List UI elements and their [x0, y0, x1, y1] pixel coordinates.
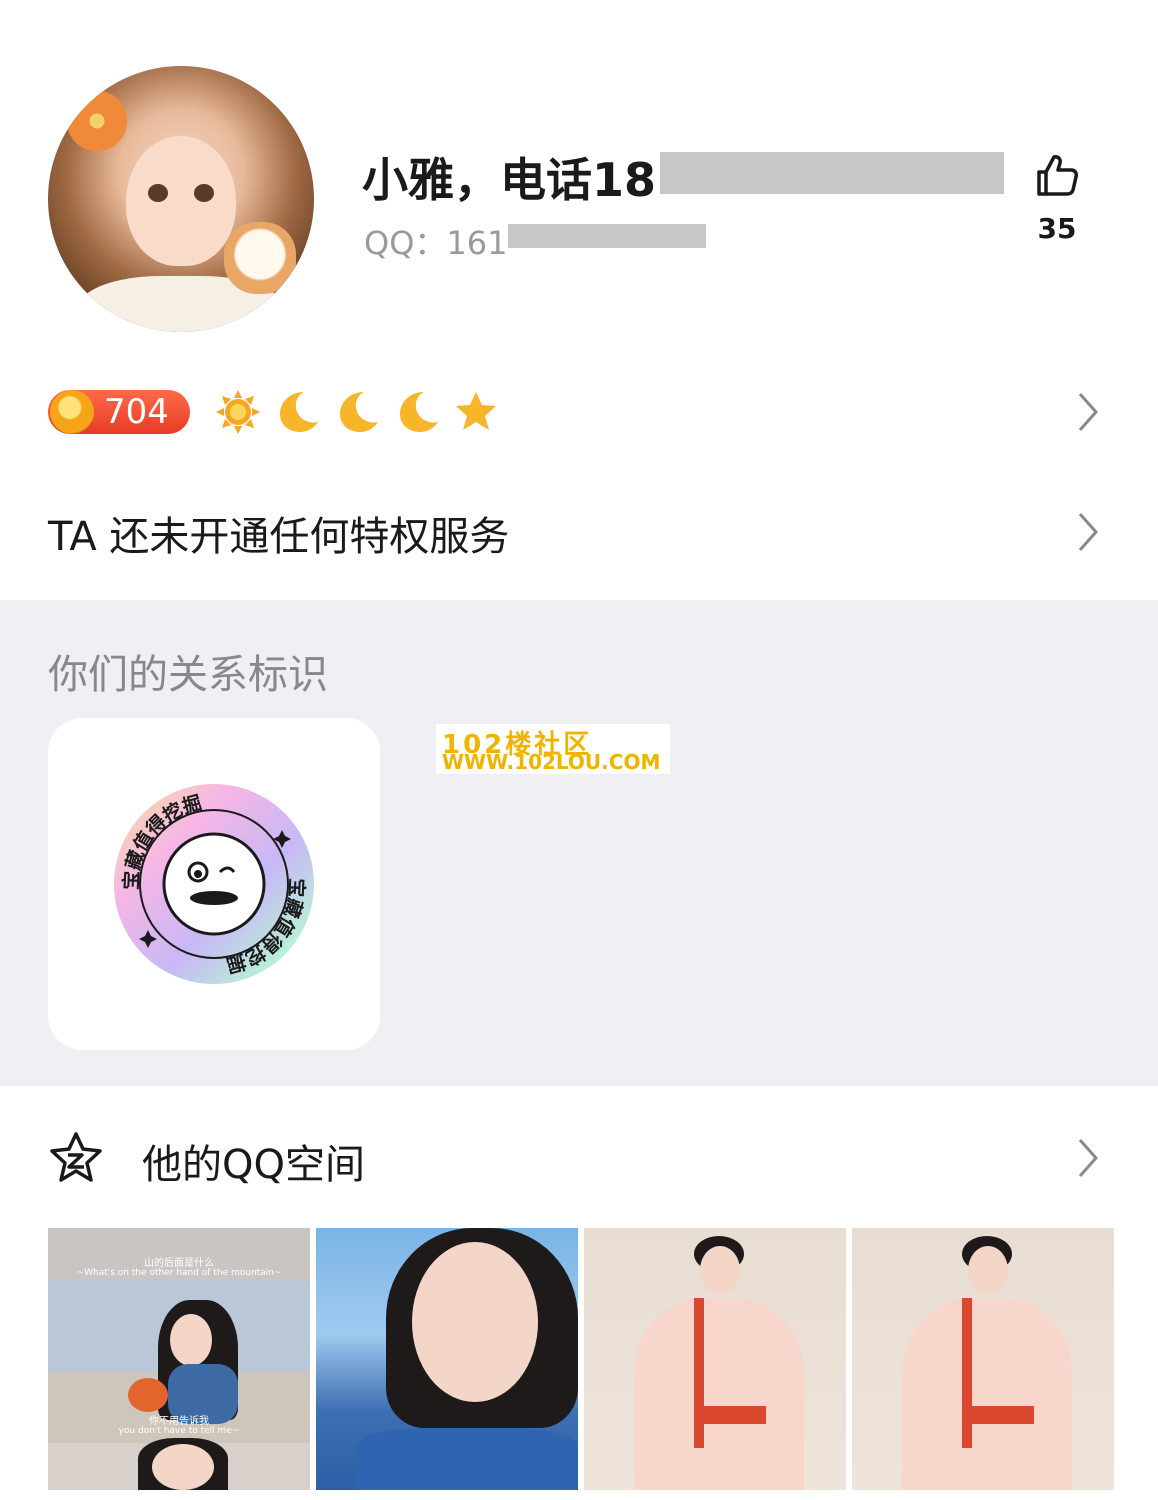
watermark: 102楼社区 WWW.102LOU.COM: [436, 724, 670, 774]
avatar[interactable]: [48, 66, 314, 332]
photo-sash: [964, 1406, 1034, 1424]
moon-icon: [280, 392, 318, 432]
photo-face: [152, 1444, 214, 1490]
qzone-photo[interactable]: [316, 1228, 578, 1490]
qzone-photo[interactable]: [584, 1228, 846, 1490]
photo-top: [356, 1428, 578, 1490]
relation-tag-card[interactable]: 宝藏值得挖掘 宝藏值得挖掘: [48, 718, 380, 1050]
avatar-eye-right: [194, 184, 214, 202]
photo-face: [700, 1246, 740, 1294]
redaction-mask: [660, 152, 1004, 194]
level-value: 704: [104, 392, 169, 432]
qzone-photo[interactable]: [852, 1228, 1114, 1490]
level-row[interactable]: 704: [0, 378, 1158, 450]
photo-robe: [634, 1298, 804, 1490]
profile-name: 小雅，电话18: [362, 153, 657, 207]
photo-caption: ~What's on the other hand of the mountai…: [76, 1268, 282, 1278]
photo-face: [412, 1242, 538, 1402]
relation-title: 你们的关系标识: [48, 652, 328, 698]
watermark-url: WWW.102LOU.COM: [442, 750, 661, 774]
qzone-star-icon: [50, 1132, 102, 1182]
redaction-mask: [508, 224, 706, 248]
photo-flowers: [128, 1378, 168, 1412]
privilege-text: TA 还未开通任何特权服务: [48, 514, 510, 560]
photo-robe: [902, 1298, 1072, 1490]
photo-robe-trim: [962, 1298, 972, 1448]
like-count: 35: [1037, 212, 1077, 245]
level-badge: 704: [48, 390, 190, 434]
relation-section: 你们的关系标识 宝藏值得挖掘 宝藏值得挖掘 102楼社区 WWW.102LOU.…: [0, 600, 1158, 1086]
qzone-row[interactable]: 他的QQ空间: [0, 1086, 1158, 1226]
qq-number: QQ：161: [364, 224, 508, 262]
coin-icon: [50, 390, 94, 434]
photo-face: [170, 1314, 212, 1366]
chevron-right-icon[interactable]: [1074, 1136, 1102, 1180]
thumbs-up-icon[interactable]: [1034, 152, 1080, 198]
privilege-row[interactable]: TA 还未开通任何特权服务: [0, 486, 1158, 576]
moon-icon: [400, 392, 438, 432]
avatar-eye-left: [148, 184, 168, 202]
moon-icon: [340, 392, 378, 432]
profile-header: 小雅，电话18 QQ：161 35: [0, 0, 1158, 360]
star-icon: [456, 392, 496, 430]
photo-caption: you don't have to tell me~: [118, 1426, 240, 1436]
photo-caption: 山的后面是什么: [144, 1258, 214, 1269]
photo-face: [968, 1246, 1008, 1294]
photo-sash: [696, 1406, 766, 1424]
chevron-right-icon[interactable]: [1074, 510, 1102, 554]
avatar-flower: [62, 86, 132, 156]
avatar-face: [126, 136, 236, 266]
treasure-badge-icon: 宝藏值得挖掘 宝藏值得挖掘: [114, 784, 314, 984]
qzone-photo-strip: 山的后面是什么 ~What's on the other hand of the…: [48, 1228, 1114, 1490]
qzone-photo[interactable]: 山的后面是什么 ~What's on the other hand of the…: [48, 1228, 310, 1490]
photo-robe-trim: [694, 1298, 704, 1448]
avatar-cat: [224, 222, 296, 294]
chevron-right-icon[interactable]: [1074, 390, 1102, 434]
photo-caption: 你不用告诉我: [149, 1416, 209, 1427]
sun-icon: [216, 390, 260, 434]
qzone-title: 他的QQ空间: [142, 1142, 365, 1188]
